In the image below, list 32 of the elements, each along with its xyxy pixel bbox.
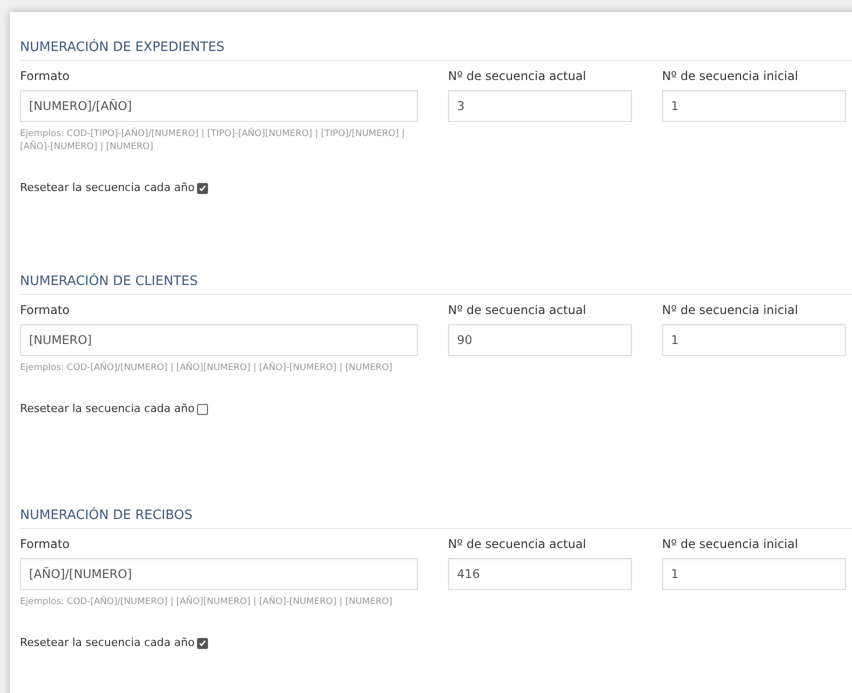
field-label: Nº de secuencia actual — [448, 536, 588, 553]
input-field[interactable]: 1 — [662, 90, 846, 122]
checkbox[interactable] — [196, 638, 208, 649]
check-icon — [198, 638, 207, 648]
input-field[interactable]: [NUMERO] — [20, 324, 418, 356]
input-field[interactable]: [AÑO]/[NUMERO] — [20, 558, 418, 590]
checkbox-label: Resetear la secuencia cada año — [20, 401, 195, 417]
input-field[interactable]: [NUMERO]/[AÑO] — [20, 90, 418, 122]
input-field[interactable]: 416 — [448, 558, 632, 590]
checkbox-label: Resetear la secuencia cada año — [20, 180, 195, 196]
field-label: Formato — [20, 302, 71, 319]
input-field[interactable]: 1 — [662, 324, 846, 356]
input-field[interactable]: 1 — [662, 558, 846, 590]
input-field[interactable]: 90 — [448, 324, 632, 356]
examples-hint: Ejemplos: COD-[AÑO]/[NUMERO] | [AÑO][NUMERO] | [AÑO]-[NUMERO] | [NUMERO] — [20, 596, 394, 609]
section-heading: NUMERACIÓN DE EXPEDIENTES — [20, 40, 225, 55]
input-field[interactable]: 3 — [448, 90, 632, 122]
section-heading: NUMERACIÓN DE RECIBOS — [20, 508, 193, 523]
field-label: Nº de secuencia inicial — [662, 302, 800, 319]
field-label: Formato — [20, 68, 71, 85]
field-label: Nº de secuencia actual — [448, 302, 588, 319]
section-heading: NUMERACIÓN DE CLIENTES — [20, 274, 198, 289]
examples-hint: Ejemplos: COD-[AÑO]/[NUMERO] | [AÑO][NUMERO] | [AÑO]-[NUMERO] | [NUMERO] — [20, 362, 394, 375]
checkbox[interactable] — [196, 182, 208, 194]
checkbox[interactable] — [196, 404, 208, 415]
field-label: Formato — [20, 536, 71, 553]
field-label: Nº de secuencia inicial — [662, 68, 800, 85]
field-label: Nº de secuencia actual — [448, 68, 588, 85]
field-label: Nº de secuencia inicial — [662, 536, 800, 553]
examples-hint: Ejemplos: COD-[TIPO]-[AÑO]/[NUMERO] | [TIPO]-[AÑO][NUMERO] | [TIPO]/[NUMERO] | [AÑO]-[NUMERO] | [NUMERO] — [20, 128, 406, 154]
checkbox-label: Resetear la secuencia cada año — [20, 635, 195, 651]
check-icon — [198, 184, 207, 193]
